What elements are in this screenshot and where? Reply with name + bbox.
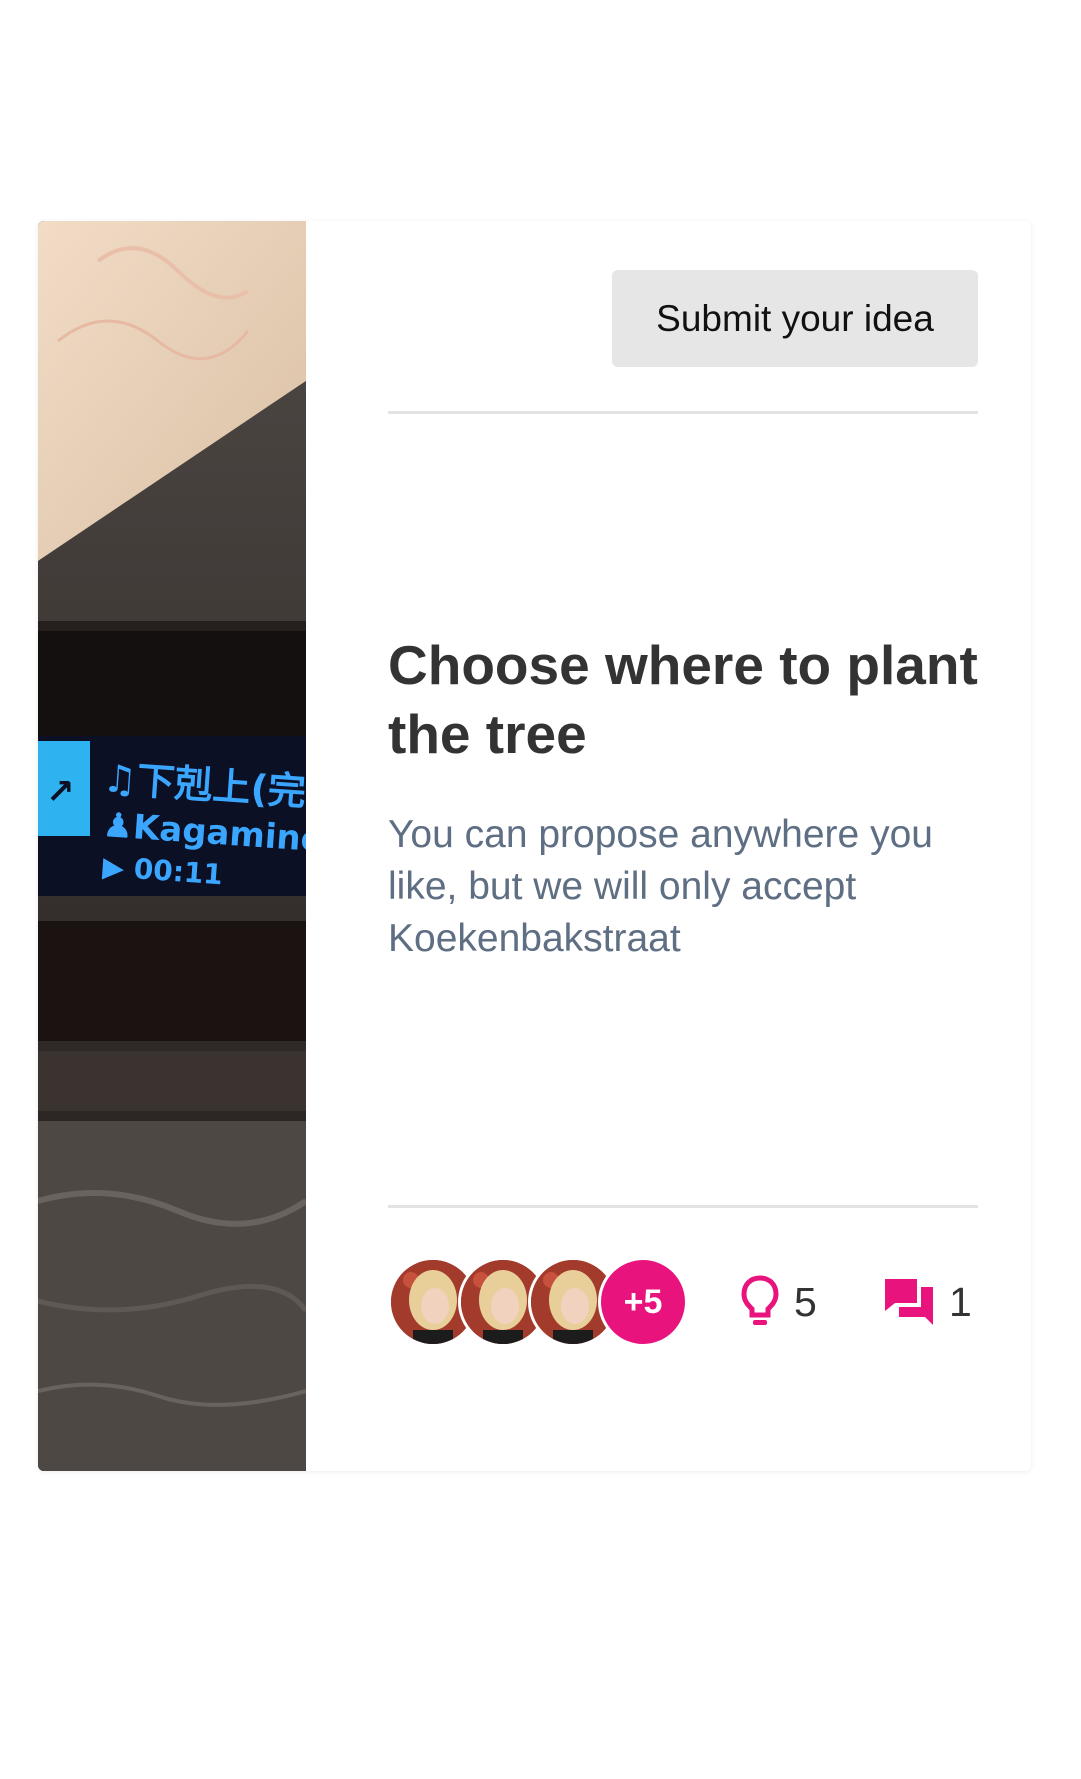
project-title[interactable]: Choose where to plant the tree [388, 631, 978, 769]
project-card[interactable]: ↗ ♫下剋上(完 ♟Kagamine ▶ 00:11 Submit your i… [38, 221, 1031, 1471]
card-footer: +5 5 1 [388, 1257, 978, 1347]
ideas-count-value: 5 [794, 1278, 817, 1325]
comments-count: 1 [883, 1257, 972, 1347]
submit-idea-button[interactable]: Submit your idea [612, 270, 978, 367]
lightbulb-icon [741, 1275, 779, 1325]
chat-bubbles-icon [885, 1279, 933, 1325]
card-image: ↗ ♫下剋上(完 ♟Kagamine ▶ 00:11 [38, 221, 306, 1471]
music-player-photo: ↗ ♫下剋上(完 ♟Kagamine ▶ 00:11 [38, 221, 306, 1471]
comments-count-value: 1 [949, 1278, 972, 1325]
bottom-divider [388, 1205, 978, 1208]
more-participants-badge: +5 [598, 1257, 688, 1347]
ideas-count: 5 [740, 1257, 817, 1347]
project-description: You can propose anywhere you like, but w… [388, 813, 933, 960]
svg-text:↗: ↗ [46, 772, 75, 812]
card-content: Submit your idea Choose where to plant t… [388, 221, 978, 1471]
top-divider [388, 411, 978, 414]
